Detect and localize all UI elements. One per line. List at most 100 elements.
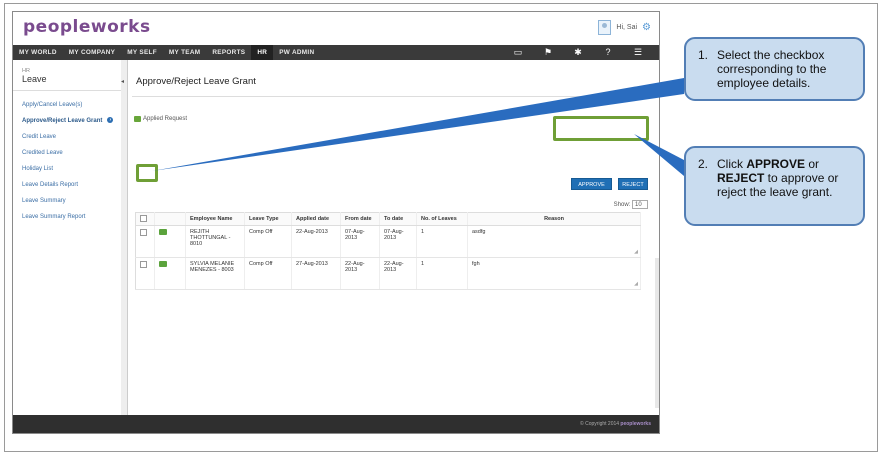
sidebar-item-credited-leave[interactable]: Credited Leave [13,145,121,161]
step-text: Click APPROVE or REJECT to approve or re… [717,157,854,199]
nav-reports[interactable]: REPORTS [206,45,251,60]
approve-keyword: APPROVE [746,157,806,171]
module-title: Leave [22,74,47,84]
divider [132,96,652,97]
applied-date: 22-Aug-2013 [291,225,341,258]
reason: fgh [472,261,480,267]
main-nav: MY WORLD MY COMPANY MY SELF MY TEAM REPO… [13,45,659,60]
step-text-part: Click [717,157,747,171]
approve-button[interactable]: APPROVE [571,178,612,190]
page-title: Approve/Reject Leave Grant [136,76,256,87]
reason-cell[interactable]: asdfg ◢ [467,225,641,258]
employee-name-header[interactable]: Employee Name [185,212,245,226]
sidebar-item-leave-details-report[interactable]: Leave Details Report [13,177,121,193]
sidebar-item-holiday-list[interactable]: Holiday List [13,161,121,177]
tools-icon[interactable]: ✱ [563,45,593,60]
sidebar-item-apply-cancel[interactable]: Apply/Cancel Leave(s) [13,97,121,113]
step-number: 1. [698,48,709,62]
to-date: 07-Aug-2013 [379,225,417,258]
from-date-header[interactable]: From date [340,212,380,226]
user-area: Hi, Sai ⚙ [598,20,651,35]
select-all-header [135,212,155,226]
applied-date-header[interactable]: Applied date [291,212,341,226]
nav-my-self[interactable]: MY SELF [121,45,163,60]
sidebar-item-credit-leave[interactable]: Credit Leave [13,129,121,145]
row-status-cell [154,225,186,258]
sidebar-item-leave-summary[interactable]: Leave Summary [13,193,121,209]
chevron-left-icon: ◂ [121,79,125,85]
logo: peopleworks [23,17,151,37]
resize-grip-icon[interactable]: ◢ [634,281,638,287]
active-indicator-icon: › [107,117,114,124]
row-select-cell [135,225,155,258]
status-header [154,212,186,226]
footer-logo: peopleworks [620,421,651,427]
scrollbar[interactable] [655,258,659,408]
step-number: 2. [698,157,709,171]
no-of-leaves-header[interactable]: No. of Leaves [416,212,468,226]
sidebar-collapse-handle[interactable]: ◂ [121,60,128,416]
table-row: REJITH THOTTUNGAL - 8010 Comp Off 22-Aug… [135,225,641,258]
app-window: peopleworks Hi, Sai ⚙ MY WORLD MY COMPAN… [12,11,660,434]
menu-icon[interactable]: ☰ [623,45,653,60]
applied-request-icon [134,116,141,122]
avatar[interactable] [598,20,612,35]
nav-hr[interactable]: HR [251,45,274,60]
reason-header[interactable]: Reason [467,212,641,226]
flag-icon[interactable]: ⚑ [533,45,563,60]
reason-cell[interactable]: fgh ◢ [467,257,641,290]
reject-button[interactable]: REJECT [618,178,648,190]
top-bar: peopleworks Hi, Sai ⚙ [13,12,659,46]
leave-type: Comp Off [244,257,292,290]
no-of-leaves: 1 [416,225,468,258]
page-size-control: Show: 10 [614,200,648,209]
buttons-highlight [553,116,649,141]
applied-request-label: Applied Request [143,116,188,122]
from-date: 07-Aug-2013 [340,225,380,258]
sidebar: HR Leave Apply/Cancel Leave(s) Approve/R… [13,60,122,416]
nav-my-company[interactable]: MY COMPANY [63,45,121,60]
checkbox-highlight [136,164,158,182]
applied-request-legend: Applied Request [134,116,187,122]
footer: © Copyright 2014 peopleworks [13,415,659,433]
to-date-header[interactable]: To date [379,212,417,226]
show-label: Show: [613,202,631,209]
leave-type: Comp Off [244,225,292,258]
leave-type-header[interactable]: Leave Type [244,212,292,226]
gear-icon[interactable]: ⚙ [642,22,651,33]
sidebar-item-approve-reject[interactable]: Approve/Reject Leave Grant › [13,113,121,129]
sidebar-item-leave-summary-report[interactable]: Leave Summary Report [13,209,121,225]
to-date: 22-Aug-2013 [379,257,417,290]
nav-pw-admin[interactable]: PW ADMIN [273,45,320,60]
sidebar-list: Apply/Cancel Leave(s) Approve/Reject Lea… [13,91,121,225]
nav-my-team[interactable]: MY TEAM [163,45,206,60]
leave-requests-table: Employee Name Leave Type Applied date Fr… [135,212,641,290]
employee-name: REJITH THOTTUNGAL - 8010 [185,225,245,258]
row-checkbox[interactable] [140,261,147,268]
row-status-cell [154,257,186,290]
step-text: Select the checkbox corresponding to the… [717,48,827,90]
from-date: 22-Aug-2013 [340,257,380,290]
reject-keyword: REJECT [717,171,765,185]
reason: asdfg [472,229,486,235]
table-row: SYLVIA MELANIE MENEZES - 8003 Comp Off 2… [135,257,641,290]
help-icon[interactable]: ? [593,45,623,60]
resize-grip-icon[interactable]: ◢ [634,249,638,255]
no-of-leaves: 1 [416,257,468,290]
applied-request-icon [159,229,167,235]
page-size-select[interactable]: 10 [632,200,648,209]
select-all-checkbox[interactable] [140,214,147,222]
applied-date: 27-Aug-2013 [291,257,341,290]
nav-my-world[interactable]: MY WORLD [13,45,63,60]
sidebar-header: HR Leave [13,60,121,91]
nav-icons: ▭ ⚑ ✱ ? ☰ [503,45,653,60]
callout-step-1: 1. Select the checkbox corresponding to … [684,37,865,101]
table-header-row: Employee Name Leave Type Applied date Fr… [135,212,641,226]
callout-step-2: 2. Click APPROVE or REJECT to approve or… [684,146,865,226]
main-content: Approve/Reject Leave Grant Applied Reque… [128,60,659,416]
sidebar-item-label: Approve/Reject Leave Grant [22,118,103,124]
greeting: Hi, Sai [616,24,638,31]
row-checkbox[interactable] [140,229,147,236]
book-icon[interactable]: ▭ [503,45,533,60]
employee-name: SYLVIA MELANIE MENEZES - 8003 [185,257,245,290]
